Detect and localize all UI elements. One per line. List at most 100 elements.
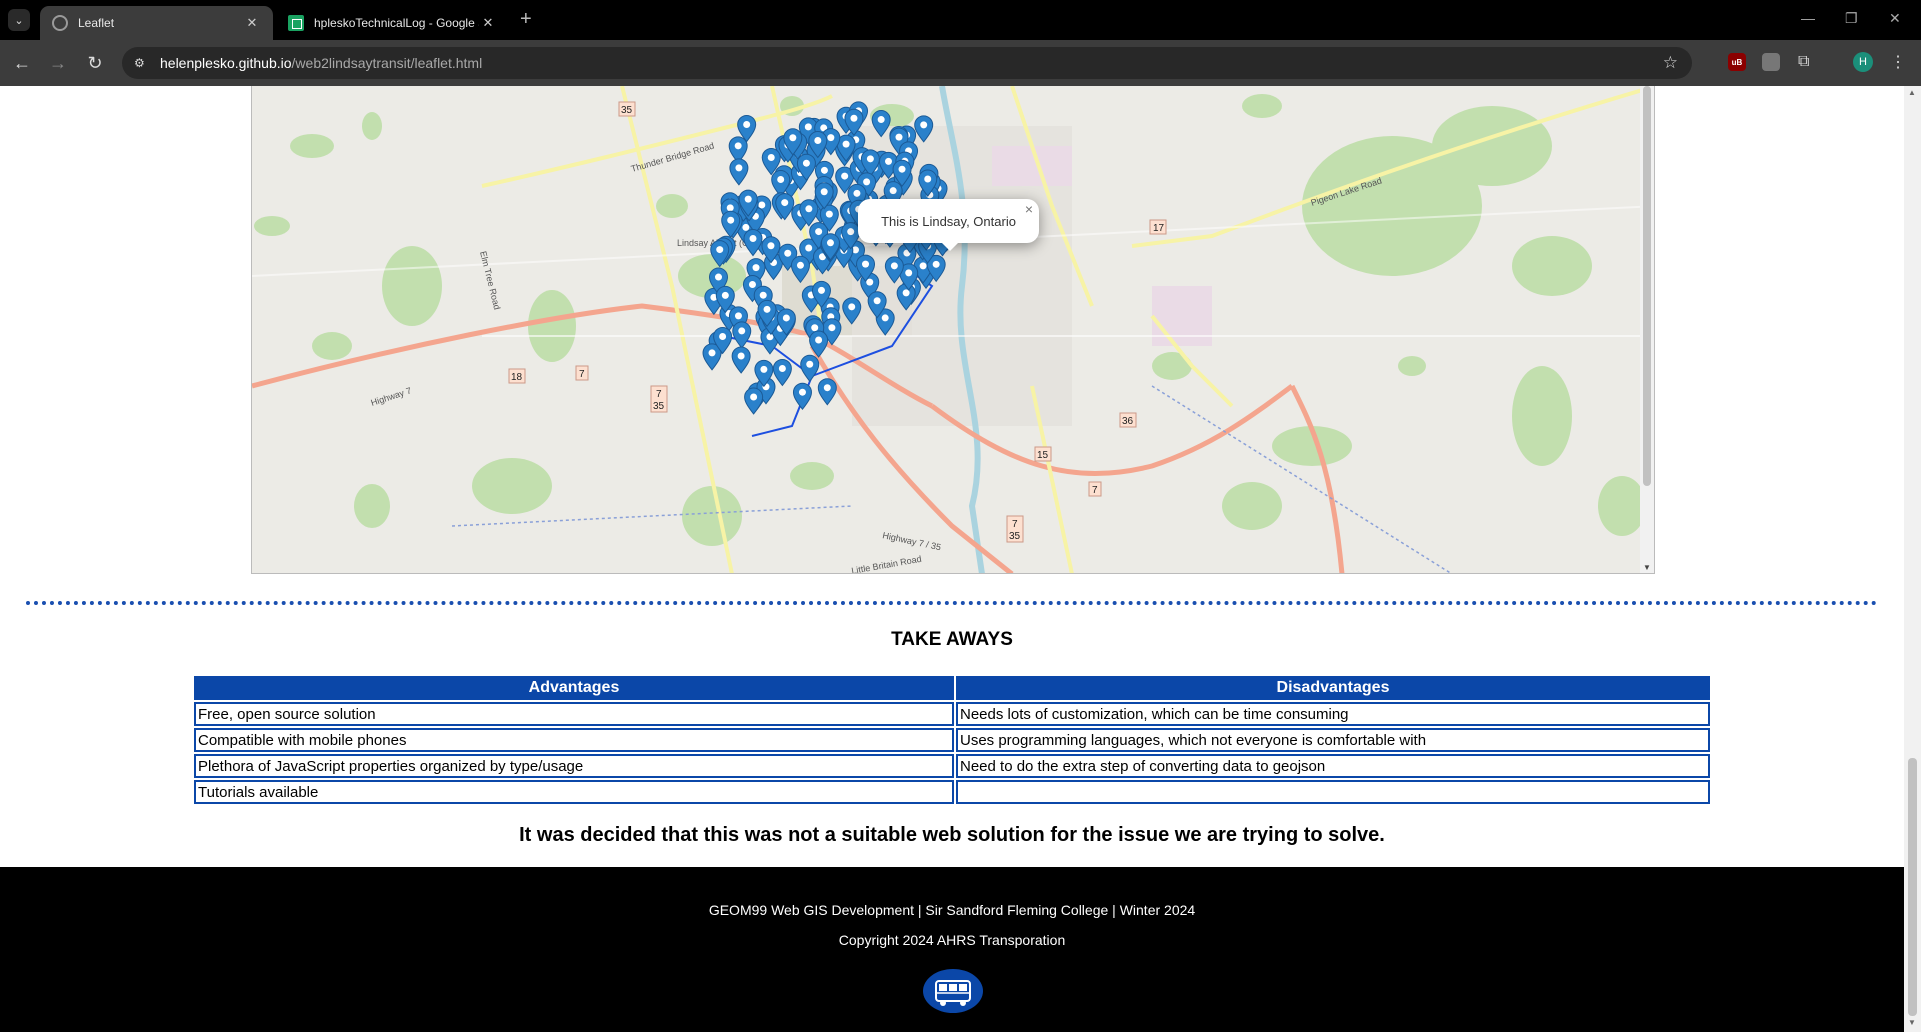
footer: GEOM99 Web GIS Development | Sir Sandfor… (0, 867, 1904, 1032)
table-header-row: Advantages Disadvantages (194, 676, 1710, 700)
popup-text: This is Lindsay, Ontario (881, 213, 1016, 229)
marker-dot (932, 260, 940, 268)
svg-text:7: 7 (1092, 485, 1098, 496)
marker-dot (716, 246, 724, 254)
marker-dot (804, 123, 812, 131)
site-info-icon[interactable]: ⚙ (134, 56, 150, 70)
svg-text:15: 15 (1037, 450, 1049, 461)
tab-title: Leaflet (78, 16, 115, 30)
map-popup[interactable]: This is Lindsay, Ontario × (858, 199, 1039, 251)
marker-dot (853, 189, 861, 197)
marker-dot (805, 205, 813, 213)
popup-close-icon[interactable]: × (1025, 201, 1033, 217)
marker-dot (752, 264, 760, 272)
scroll-down-arrow-icon[interactable]: ▼ (1643, 563, 1651, 572)
restore-icon[interactable]: ❐ (1845, 10, 1858, 27)
marker-dot (727, 216, 735, 224)
svg-text:7: 7 (1012, 519, 1018, 530)
marker-dot (863, 178, 871, 186)
scroll-down-arrow-icon[interactable]: ▼ (1908, 1018, 1916, 1027)
url-domain: helenplesko.github.io (160, 55, 292, 71)
leaflet-map[interactable]: 35 18 7 7 35 17 36 15 7 7 35 Thunder Bridg… (251, 86, 1655, 574)
svg-text:18: 18 (511, 372, 523, 383)
marker-dot (784, 249, 792, 257)
marker-dot (714, 273, 722, 281)
tab-search-icon[interactable]: ⌄ (8, 9, 30, 31)
marker-dot (806, 360, 814, 368)
marker-dot (777, 176, 785, 184)
tab-google-sheets[interactable]: hpleskoTechnicalLog - Google S ✕ (276, 6, 509, 40)
marker-dot (873, 297, 881, 305)
browser-toolbar: ← → ↻ ⚙ helenplesko.github.io/web2lindsa… (0, 40, 1921, 86)
marker-dot (789, 134, 797, 142)
marker-dot (862, 260, 870, 268)
takeaways-table: Advantages Disadvantages Free, open sour… (192, 674, 1712, 806)
marker-dot (842, 140, 850, 148)
marker-dot (920, 121, 928, 129)
marker-dot (841, 172, 849, 180)
table-cell: Tutorials available (194, 780, 954, 804)
map-scrollbar[interactable]: ▼ (1640, 86, 1654, 573)
marker-dot (815, 228, 823, 236)
marker-dot (847, 228, 855, 236)
marker-dot (820, 166, 828, 174)
svg-text:35: 35 (653, 401, 665, 412)
marker-dot (734, 312, 742, 320)
marker-dot (781, 199, 789, 207)
marker-dot (881, 314, 889, 322)
marker-dot (735, 164, 743, 172)
marker-dot (919, 262, 927, 270)
minimize-icon[interactable]: — (1801, 10, 1815, 26)
url-text: helenplesko.github.io/web2lindsaytransit… (160, 55, 482, 71)
page-content: 35 18 7 7 35 17 36 15 7 7 35 Thunder Bridg… (0, 86, 1904, 1032)
reload-icon[interactable]: ↻ (83, 52, 107, 74)
marker-dot (758, 201, 766, 209)
marker-dot (767, 242, 775, 250)
marker-dot (827, 134, 835, 142)
bus-icon (923, 969, 983, 1013)
url-path: /web2lindsaytransit/leaflet.html (291, 55, 483, 71)
back-icon[interactable]: ← (10, 52, 34, 74)
new-tab-icon[interactable]: + (520, 9, 532, 29)
map-scrollbar-thumb[interactable] (1643, 86, 1651, 486)
marker-dot (848, 303, 856, 311)
table-row: Compatible with mobile phones Uses progr… (194, 728, 1710, 752)
window-close-icon[interactable]: ✕ (1889, 10, 1901, 27)
bookmark-star-icon[interactable]: ☆ (1663, 53, 1678, 73)
table-cell: Uses programming languages, which not ev… (956, 728, 1710, 752)
close-icon[interactable]: ✕ (479, 15, 497, 31)
marker-dot (763, 305, 771, 313)
marker-dot (719, 332, 727, 340)
ublock-extension-icon[interactable]: uB (1728, 53, 1746, 71)
marker-dot (805, 244, 813, 252)
extensions-puzzle-icon[interactable]: ⧉ (1798, 53, 1816, 71)
column-header-advantages: Advantages (194, 676, 954, 700)
marker-dot (742, 223, 750, 231)
profile-avatar[interactable]: H (1853, 52, 1873, 72)
page-scrollbar-thumb[interactable] (1908, 758, 1917, 1016)
browser-tab-bar: ⌄ Leaflet ✕ hpleskoTechnicalLog - Google… (0, 0, 1921, 40)
tab-title: hpleskoTechnicalLog - Google S (314, 16, 479, 30)
marker-dot (866, 155, 874, 163)
table-row: Tutorials available (194, 780, 1710, 804)
address-bar[interactable]: ⚙ helenplesko.github.io/web2lindsaytrans… (122, 47, 1692, 79)
marker-dot (782, 314, 790, 322)
marker-dot (802, 159, 810, 167)
marker-dot (823, 384, 831, 392)
forward-icon[interactable]: → (46, 52, 70, 74)
svg-text:7: 7 (656, 389, 662, 400)
scroll-up-arrow-icon[interactable]: ▲ (1908, 88, 1916, 97)
page-scrollbar[interactable]: ▲ ▼ (1904, 86, 1921, 1032)
close-icon[interactable]: ✕ (243, 15, 261, 31)
extension-icon[interactable] (1762, 53, 1780, 71)
more-menu-icon[interactable]: ⋮ (1890, 52, 1906, 72)
marker-dot (815, 336, 823, 344)
marker-dot (750, 393, 758, 401)
marker-dot (759, 291, 767, 299)
marker-dot (743, 121, 751, 129)
marker-dot (748, 280, 756, 288)
marker-dot (798, 388, 806, 396)
tab-leaflet[interactable]: Leaflet ✕ (40, 6, 273, 40)
table-cell (956, 780, 1710, 804)
marker-dot (905, 269, 913, 277)
